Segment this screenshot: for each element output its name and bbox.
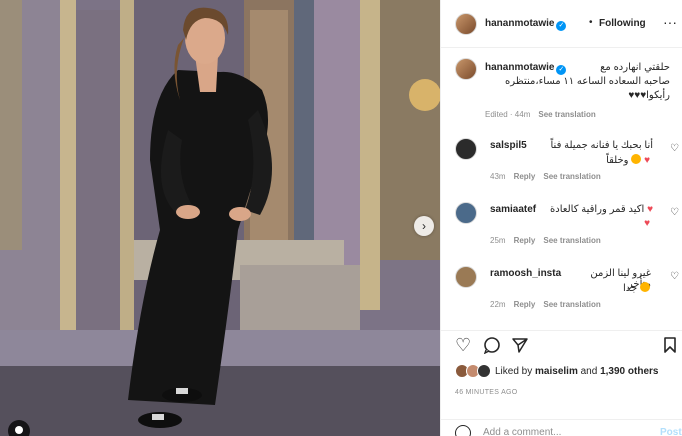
caption-line-1: حلقتي انهارده مع — [600, 62, 670, 73]
caption-line-2: صاحبه السعاده الساعه ١١ مساء،منتظره — [504, 76, 670, 87]
see-translation-link[interactable]: See translation — [543, 300, 600, 309]
emoji-smile-icon[interactable] — [455, 425, 471, 436]
and-label: and — [580, 365, 598, 377]
next-photo-button[interactable]: › — [414, 216, 434, 236]
post-side-panel: hananmotawie ✓ • Following ··· hananmotaw… — [440, 0, 682, 436]
comment-meta: 22m Reply See translation — [490, 300, 601, 309]
reply-button[interactable]: Reply — [514, 300, 536, 309]
post-photo[interactable]: › — [0, 0, 440, 436]
bookmark-icon[interactable] — [663, 336, 677, 357]
chevron-right-icon: › — [422, 219, 426, 233]
likes-summary: Liked by maiselim and 1,390 others — [455, 364, 658, 378]
post-timestamp: 46 MINUTES AGO — [455, 389, 518, 396]
comment-text-line2: ♥ وخلقاً — [606, 154, 650, 166]
comment-time: 43m — [490, 172, 506, 181]
paper-plane-icon[interactable] — [511, 336, 529, 357]
comment-text: أنا بحبك يا فنانه جميلة فناً — [550, 140, 654, 151]
post-header: hananmotawie ✓ • Following ··· — [441, 0, 682, 48]
comment-text-line2: ♥ — [490, 218, 650, 229]
see-translation-link[interactable]: See translation — [543, 172, 600, 181]
liked-by-label: Liked by — [495, 365, 533, 377]
red-heart-emoji-icon: ♥ — [647, 204, 653, 215]
separator-dot: • — [589, 17, 593, 28]
see-translation-link[interactable]: See translation — [543, 236, 600, 245]
edited-time: Edited · 44m — [485, 110, 531, 119]
author-avatar[interactable] — [455, 13, 477, 35]
comment-meta: 25m Reply See translation — [490, 236, 601, 245]
like-comment-icon[interactable]: ♡ — [670, 143, 679, 154]
verified-badge-icon: ✓ — [556, 21, 567, 31]
more-options-icon[interactable]: ··· — [663, 14, 677, 30]
post-comment-button[interactable]: Post — [660, 427, 682, 436]
comment-meta: 43m Reply See translation — [490, 172, 601, 181]
liked-by-user[interactable]: maiselim — [535, 366, 578, 377]
commenter-avatar[interactable] — [455, 202, 477, 224]
following-button[interactable]: Following — [599, 18, 646, 29]
comment-text-line2: جدا — [490, 282, 650, 294]
commenter-username[interactable]: ramoosh_insta — [490, 268, 561, 279]
caption-meta: Edited · 44m See translation — [485, 110, 596, 119]
commenter-avatar[interactable] — [455, 138, 477, 160]
photo-scene — [0, 0, 440, 436]
red-heart-emoji-icon: ♥ — [644, 218, 650, 229]
author-username[interactable]: hananmotawie ✓ — [485, 18, 567, 31]
heart-eyes-emoji-icon — [631, 154, 642, 164]
sad-face-emoji-icon — [640, 282, 650, 292]
reply-button[interactable]: Reply — [514, 236, 536, 245]
reply-button[interactable]: Reply — [514, 172, 536, 181]
caption-line-3: رأيكوا♥♥♥ — [628, 90, 670, 101]
like-comment-icon[interactable]: ♡ — [670, 271, 679, 282]
comment-time: 25m — [490, 236, 506, 245]
add-comment-bar: Add a comment... Post — [441, 419, 682, 436]
caption-author-avatar[interactable] — [455, 58, 477, 80]
like-comment-icon[interactable]: ♡ — [670, 207, 679, 218]
see-translation-link[interactable]: See translation — [538, 110, 595, 119]
comment-text: ♥ اكيد قمر وراقية كالعادة — [550, 204, 653, 215]
add-comment-input[interactable]: Add a comment... — [483, 427, 561, 436]
heart-outline-icon[interactable]: ♡ — [455, 336, 471, 354]
red-heart-emoji-icon: ♥ — [644, 155, 650, 166]
post-actions-bar: ♡ — [441, 330, 682, 358]
others-count[interactable]: 1,390 others — [600, 366, 658, 377]
comment-bubble-icon[interactable] — [483, 336, 501, 357]
comment-time: 22m — [490, 300, 506, 309]
tagged-users-button[interactable] — [8, 420, 30, 436]
likers-avatar-stack — [455, 364, 495, 378]
commenter-avatar[interactable] — [455, 266, 477, 288]
